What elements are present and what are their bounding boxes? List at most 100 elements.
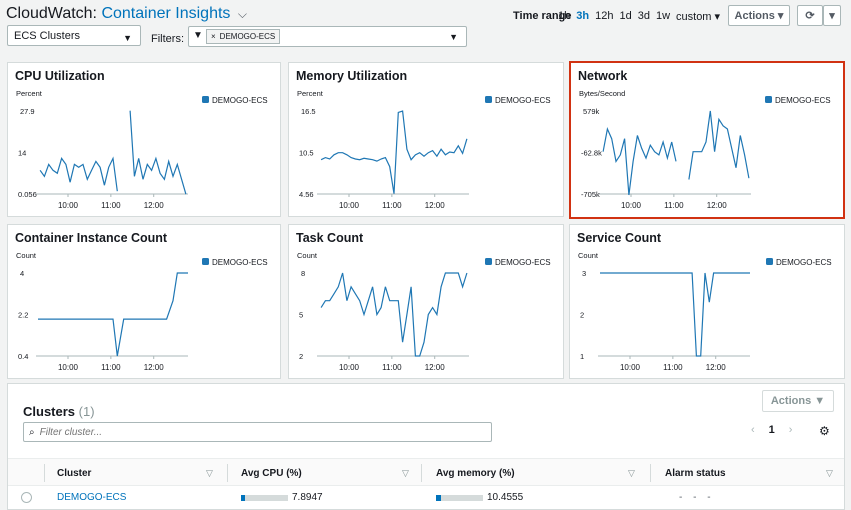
chart-svg: Percent 27.9 14 0.056 10:00 11:00 12:00 DEMOGO-… <box>16 89 268 210</box>
caret-down-icon: ▾ <box>829 10 835 22</box>
service-count-panel: Service Count Count 3 2 1 10:00 11:00 12:00 DEM… <box>569 224 845 379</box>
next-page-icon[interactable]: › <box>789 424 793 436</box>
y-tick-label: 4.56 <box>299 190 314 199</box>
cpu-value: 7.8947 <box>292 492 323 503</box>
legend-label[interactable]: DEMOGO-ECS <box>495 96 551 105</box>
view-select[interactable]: ECS Clusters ▼ <box>7 25 141 46</box>
chevron-down-icon[interactable]: ⌵ <box>238 7 247 21</box>
legend-label[interactable]: DEMOGO-ECS <box>212 258 268 267</box>
chart-svg: Count 8 5 2 10:00 11:00 12:00 DEMOGO-ECS <box>297 251 551 372</box>
cluster-search: ⌕ <box>23 422 492 442</box>
series-line <box>129 110 187 195</box>
search-icon: ⌕ <box>29 426 35 438</box>
clusters-table-panel: Clusters (1) Actions ▼ ⌕ ‹ 1 › ⚙ Cluster… <box>7 383 845 510</box>
column-header-avg-memory[interactable]: Avg memory (%) <box>436 468 515 479</box>
time-option-1d[interactable]: 1d <box>619 10 631 23</box>
legend-swatch <box>202 96 209 103</box>
y-tick-label: 4 <box>20 269 24 278</box>
time-option-1w[interactable]: 1w <box>656 10 670 23</box>
network-panel: Network Bytes/Second 579k -62.8k -705k 10:00… <box>569 61 845 219</box>
legend-label[interactable]: DEMOGO-ECS <box>776 258 832 267</box>
sort-icon[interactable]: ▽ <box>628 468 635 479</box>
app-name: CloudWatch: <box>6 5 97 22</box>
legend-label[interactable]: DEMOGO-ECS <box>775 96 831 105</box>
series-line <box>688 110 750 180</box>
time-option-3h[interactable]: 3h <box>576 10 589 23</box>
legend-swatch <box>485 96 492 103</box>
remove-token-icon[interactable]: × <box>211 32 216 41</box>
y-tick-label: -705k <box>581 190 600 199</box>
series-line <box>600 272 750 357</box>
column-divider <box>227 464 228 482</box>
refresh-button[interactable]: ⟳ <box>797 5 823 26</box>
pagination: ‹ 1 › <box>751 424 792 436</box>
column-header-cluster[interactable]: Cluster <box>57 468 91 479</box>
time-option-3d[interactable]: 3d <box>638 10 650 23</box>
chart-svg: Percent 16.5 10.5 4.56 10:00 11:00 12:00 DEMOGO… <box>297 89 551 210</box>
x-tick-label: 10:00 <box>58 363 79 372</box>
column-header-avg-cpu[interactable]: Avg CPU (%) <box>241 468 302 479</box>
x-tick-label: 12:00 <box>707 201 728 210</box>
x-tick-label: 12:00 <box>144 363 165 372</box>
x-tick-label: 11:00 <box>664 201 684 210</box>
y-tick-label: 0.056 <box>18 190 37 199</box>
task-count-panel: Task Count Count 8 5 2 10:00 11:00 12:00 DEMOGO… <box>288 224 564 379</box>
x-tick-label: 11:00 <box>382 363 402 372</box>
y-tick-label: 27.9 <box>20 107 35 116</box>
x-tick-label: 12:00 <box>706 363 727 372</box>
header-bar: CloudWatch: Container Insights ⌵ Time ra… <box>0 0 851 54</box>
sort-icon[interactable]: ▽ <box>402 468 409 479</box>
y-tick-label: 5 <box>299 311 303 320</box>
prev-page-icon[interactable]: ‹ <box>751 424 755 436</box>
container-instance-count-panel: Container Instance Count Count 4 2.2 0.4 10:… <box>7 224 281 379</box>
memory-bar <box>436 495 483 501</box>
cluster-name-link[interactable]: DEMOGO-ECS <box>57 492 126 503</box>
filter-input[interactable]: ▼ × DEMOGO-ECS ▼ <box>188 26 467 47</box>
chart-svg: Bytes/Second 579k -62.8k -705k 10:00 11:00 12:… <box>579 89 831 210</box>
x-tick-label: 11:00 <box>663 363 683 372</box>
cluster-filter-input[interactable] <box>39 426 480 438</box>
row-radio[interactable] <box>21 492 32 503</box>
column-divider <box>650 464 651 482</box>
table-row[interactable]: DEMOGO-ECS 7.8947 10.4555 - - - <box>8 486 844 510</box>
clusters-actions-button[interactable]: Actions ▼ <box>762 390 834 412</box>
page-number[interactable]: 1 <box>769 424 775 436</box>
time-option-1h[interactable]: 1h <box>558 10 570 23</box>
y-axis-unit: Count <box>578 251 599 260</box>
service-dropdown[interactable]: Container Insights <box>101 5 230 22</box>
y-tick-label: 14 <box>18 149 26 158</box>
x-tick-label: 12:00 <box>425 201 446 210</box>
y-tick-label: 16.5 <box>301 107 316 116</box>
y-tick-label: -62.8k <box>581 149 602 158</box>
y-axis-unit: Percent <box>16 89 43 98</box>
memory-utilization-panel: Memory Utilization Percent 16.5 10.5 4.56 10… <box>288 62 564 217</box>
chart-svg: Count 4 2.2 0.4 10:00 11:00 12:00 DEMOGO-ECS <box>16 251 268 372</box>
gear-icon[interactable]: ⚙ <box>819 424 830 438</box>
y-tick-label: 8 <box>301 269 305 278</box>
refresh-interval-dropdown[interactable]: ▾ <box>823 5 841 26</box>
series-line <box>320 110 468 194</box>
clusters-title: Clusters (1) <box>23 404 95 419</box>
x-tick-label: 11:00 <box>382 201 402 210</box>
legend-label[interactable]: DEMOGO-ECS <box>495 258 551 267</box>
time-option-custom[interactable]: custom ▾ <box>676 10 720 23</box>
legend-swatch <box>202 258 209 265</box>
sort-icon[interactable]: ▽ <box>206 468 213 479</box>
y-tick-label: 0.4 <box>18 352 28 361</box>
column-header-alarm-status[interactable]: Alarm status <box>665 468 726 479</box>
legend-swatch <box>485 258 492 265</box>
y-tick-label: 2.2 <box>18 311 28 320</box>
y-axis-unit: Count <box>297 251 318 260</box>
series-line <box>320 272 468 357</box>
filter-icon: ▼ <box>193 30 203 41</box>
legend-label[interactable]: DEMOGO-ECS <box>212 96 268 105</box>
time-range-options: 1h 3h 12h 1d 3d 1w custom ▾ <box>558 10 720 23</box>
series-line <box>602 126 677 196</box>
caret-down-icon[interactable]: ▼ <box>449 32 458 42</box>
sort-icon[interactable]: ▽ <box>826 468 833 479</box>
time-option-12h[interactable]: 12h <box>595 10 613 23</box>
y-tick-label: 579k <box>583 107 600 116</box>
actions-button[interactable]: Actions ▾ <box>728 5 790 26</box>
filters-label: Filters: <box>151 33 184 45</box>
x-tick-label: 11:00 <box>101 363 121 372</box>
